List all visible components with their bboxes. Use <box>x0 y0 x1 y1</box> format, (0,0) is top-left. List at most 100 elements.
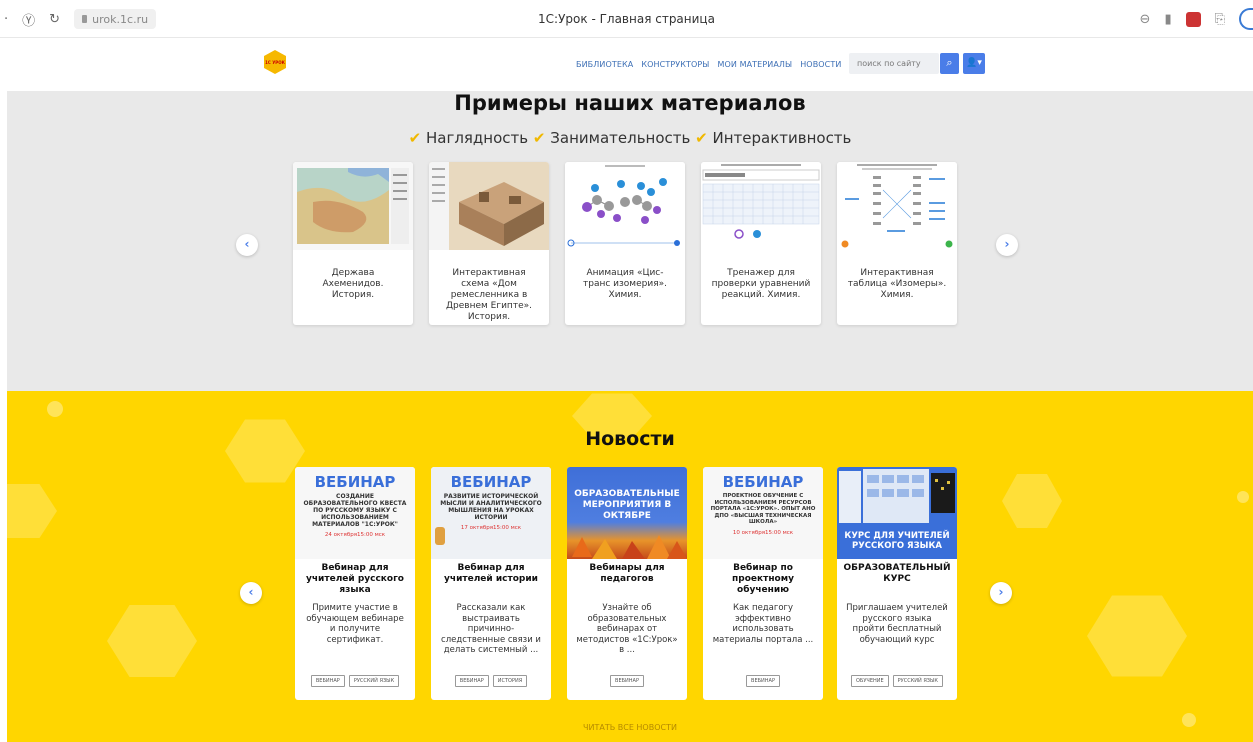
example-caption: Интерактивная схема «Дом ремесленника в … <box>446 268 532 322</box>
examples-title: Примеры наших материалов <box>454 91 806 115</box>
tag[interactable]: ВЕБИНАР <box>610 675 644 687</box>
news-image-title: ВЕБИНАР <box>314 473 396 491</box>
news-image-subtitle: ПРОЕКТНОЕ ОБУЧЕНИЕ С ИСПОЛЬЗОВАНИЕМ РЕСУ… <box>710 493 816 525</box>
nav-link-constructors[interactable]: КОНСТРУКТОРЫ <box>641 60 709 69</box>
news-image-date: 10 октября15:00 мск <box>732 529 794 536</box>
news-image-title: ОБРАЗОВАТЕЛЬНЫЕ МЕРОПРИЯТИЯ В ОКТЯБРЕ <box>574 489 680 521</box>
site-logo[interactable]: 1С УРОК <box>264 50 286 74</box>
page-title: 1С:Урок - Главная страница <box>538 12 715 26</box>
news-card-text: Примите участие в обучающем вебинаре и п… <box>306 603 404 645</box>
decor-hexagon <box>107 605 197 677</box>
main-nav: БИБЛИОТЕКА КОНСТРУКТОРЫ МОИ МАТЕРИАЛЫ НО… <box>576 60 841 69</box>
site-header: 1С УРОК БИБЛИОТЕКА КОНСТРУКТОРЫ МОИ МАТЕ… <box>0 38 1253 91</box>
news-card-heading: Вебинар для учителей истории <box>444 563 538 584</box>
tag[interactable]: ВЕБИНАР <box>746 675 780 687</box>
profile-icon[interactable] <box>1239 8 1253 30</box>
decor-hexagon <box>1087 595 1187 677</box>
news-card-image: ОБРАЗОВАТЕЛЬНЫЕ МЕРОПРИЯТИЯ В ОКТЯБРЕ <box>567 467 687 559</box>
feature-label: Интерактивность <box>712 129 852 147</box>
news-card-heading: Вебинары для педагогов <box>589 563 665 584</box>
news-title: Новости <box>585 428 675 450</box>
search-button[interactable]: ⌕ <box>940 53 959 74</box>
nav-link-my-materials[interactable]: МОИ МАТЕРИАЛЫ <box>717 60 792 69</box>
news-card-tags: ВЕБИНАР ИСТОРИЯ <box>431 675 551 687</box>
feature-label: Наглядность <box>425 129 529 147</box>
chevron-left-icon: ‹ <box>244 237 250 251</box>
news-card[interactable]: ОБРАЗОВАТЕЛЬНЫЕ МЕРОПРИЯТИЯ В ОКТЯБРЕ Ве… <box>567 467 687 700</box>
news-card-tags: ВЕБИНАР <box>567 675 687 687</box>
check-icon: ✔ <box>408 129 422 147</box>
news-card-heading: Вебинар по проектному обучению <box>732 563 794 595</box>
decor-hexagon <box>1002 474 1062 528</box>
chevron-right-icon: › <box>998 585 1004 599</box>
example-card[interactable]: Интерактивная таблица «Изомеры». Химия. <box>837 162 957 325</box>
example-caption: Анимация «Цис-транс изомерия». Химия. <box>583 268 667 300</box>
news-card[interactable]: ВЕБИНАР РАЗВИТИЕ ИСТОРИЧЕСКОЙ МЫСЛИ И АН… <box>431 467 551 700</box>
reaction-trainer-thumbnail <box>701 162 821 250</box>
news-image-title: КУРС ДЛЯ УЧИТЕЛЕЙ РУССКОГО ЯЗЫКА <box>844 531 950 551</box>
browser-extensions: ⊖ ▮ ⎘ <box>1140 8 1253 30</box>
decor-hexagon <box>225 419 305 483</box>
news-image-title: ВЕБИНАР <box>450 473 532 491</box>
reader-icon[interactable]: ⎘ <box>1215 12 1225 27</box>
decor-dot <box>1237 491 1249 503</box>
autumn-leaves-icon <box>572 535 687 559</box>
scroll-figure-icon <box>435 527 445 545</box>
house-scheme-thumbnail <box>429 162 549 250</box>
examples-next-button[interactable]: › <box>996 234 1018 256</box>
decor-hexagon <box>7 484 57 538</box>
examples-prev-button[interactable]: ‹ <box>236 234 258 256</box>
search-input[interactable]: поиск по сайту <box>849 53 939 74</box>
news-section: Новости ‹ › ВЕБИНАР СОЗДАНИЕ ОБРАЗОВАТЕЛ… <box>7 391 1253 742</box>
read-all-news-link[interactable]: ЧИТАТЬ ВСЕ НОВОСТИ <box>7 723 1253 732</box>
news-card-tags: ВЕБИНАР РУССКИЙ ЯЗЫК <box>295 675 415 687</box>
example-caption: Интерактивная таблица «Изомеры». Химия. <box>847 268 947 300</box>
tag[interactable]: ИСТОРИЯ <box>492 675 528 687</box>
search-icon: ⌕ <box>946 56 953 69</box>
check-icon: ✔ <box>532 129 546 147</box>
tag[interactable]: РУССКИЙ ЯЗЫК <box>348 675 400 687</box>
chevron-right-icon: › <box>1004 237 1010 251</box>
tag[interactable]: ВЕБИНАР <box>454 675 489 687</box>
extension-icon[interactable] <box>1185 11 1201 27</box>
examples-section: Примеры наших материалов ✔ Наглядность ✔… <box>7 91 1253 391</box>
news-card-image: ВЕБИНАР РАЗВИТИЕ ИСТОРИЧЕСКОЙ МЫСЛИ И АН… <box>431 467 551 559</box>
news-image-subtitle: РАЗВИТИЕ ИСТОРИЧЕСКОЙ МЫСЛИ И АНАЛИТИЧЕС… <box>440 493 542 521</box>
news-card-image: КУРС ДЛЯ УЧИТЕЛЕЙ РУССКОГО ЯЗЫКА <box>837 467 957 559</box>
news-card-text: Узнайте об образовательных вебинарах от … <box>576 603 678 655</box>
isomer-table-thumbnail <box>837 162 957 250</box>
tag[interactable]: ВЕБИНАР <box>310 675 345 687</box>
example-card[interactable]: Анимация «Цис-транс изомерия». Химия. <box>565 162 685 325</box>
example-card[interactable]: Держава Ахеменидов. История. <box>293 162 413 325</box>
decor-dot <box>47 401 63 417</box>
news-prev-button[interactable]: ‹ <box>240 582 262 604</box>
news-card-image: ВЕБИНАР ПРОЕКТНОЕ ОБУЧЕНИЕ С ИСПОЛЬЗОВАН… <box>703 467 823 559</box>
user-menu-button[interactable]: 👤▾ <box>963 53 985 74</box>
news-card[interactable]: КУРС ДЛЯ УЧИТЕЛЕЙ РУССКОГО ЯЗЫКА ОБРАЗОВ… <box>837 467 957 700</box>
news-next-button[interactable]: › <box>990 582 1012 604</box>
nav-link-library[interactable]: БИБЛИОТЕКА <box>576 60 633 69</box>
news-card-heading: ОБРАЗОВАТЕЛЬНЫЙ КУРС <box>843 563 951 584</box>
news-card[interactable]: ВЕБИНАР ПРОЕКТНОЕ ОБУЧЕНИЕ С ИСПОЛЬЗОВАН… <box>703 467 823 700</box>
molecule-animation-thumbnail <box>565 162 685 250</box>
news-card-image: ВЕБИНАР СОЗДАНИЕ ОБРАЗОВАТЕЛЬНОГО КВЕСТА… <box>295 467 415 559</box>
browser-toolbar: · Ⓨ ↻ urok.1c.ru 1С:Урок - Главная стран… <box>0 0 1253 38</box>
tag[interactable]: РУССКИЙ ЯЗЫК <box>892 675 943 687</box>
course-preview-icon <box>839 469 955 523</box>
logo-text: 1С УРОК <box>265 59 285 65</box>
protect-icon[interactable]: ⊖ <box>1140 12 1151 27</box>
news-card[interactable]: ВЕБИНАР СОЗДАНИЕ ОБРАЗОВАТЕЛЬНОГО КВЕСТА… <box>295 467 415 700</box>
examples-features: ✔ Наглядность ✔ Занимательность ✔ Интера… <box>7 129 1253 147</box>
example-caption: Тренажер для проверки уравнений реакций.… <box>711 268 811 300</box>
example-card[interactable]: Тренажер для проверки уравнений реакций.… <box>701 162 821 325</box>
nav-link-news[interactable]: НОВОСТИ <box>800 60 841 69</box>
example-card[interactable]: Интерактивная схема «Дом ремесленника в … <box>429 162 549 325</box>
map-thumbnail <box>293 162 413 250</box>
check-icon: ✔ <box>695 129 708 147</box>
tag[interactable]: ОБУЧЕНИЕ <box>851 675 889 687</box>
feature-label: Занимательность <box>550 129 691 147</box>
news-card-tags: ОБУЧЕНИЕ РУССКИЙ ЯЗЫК <box>837 675 957 687</box>
news-card-text: Рассказали как выстраивать причинно-след… <box>441 603 541 655</box>
user-icon: 👤▾ <box>966 58 982 68</box>
bookmark-icon[interactable]: ▮ <box>1164 12 1171 27</box>
